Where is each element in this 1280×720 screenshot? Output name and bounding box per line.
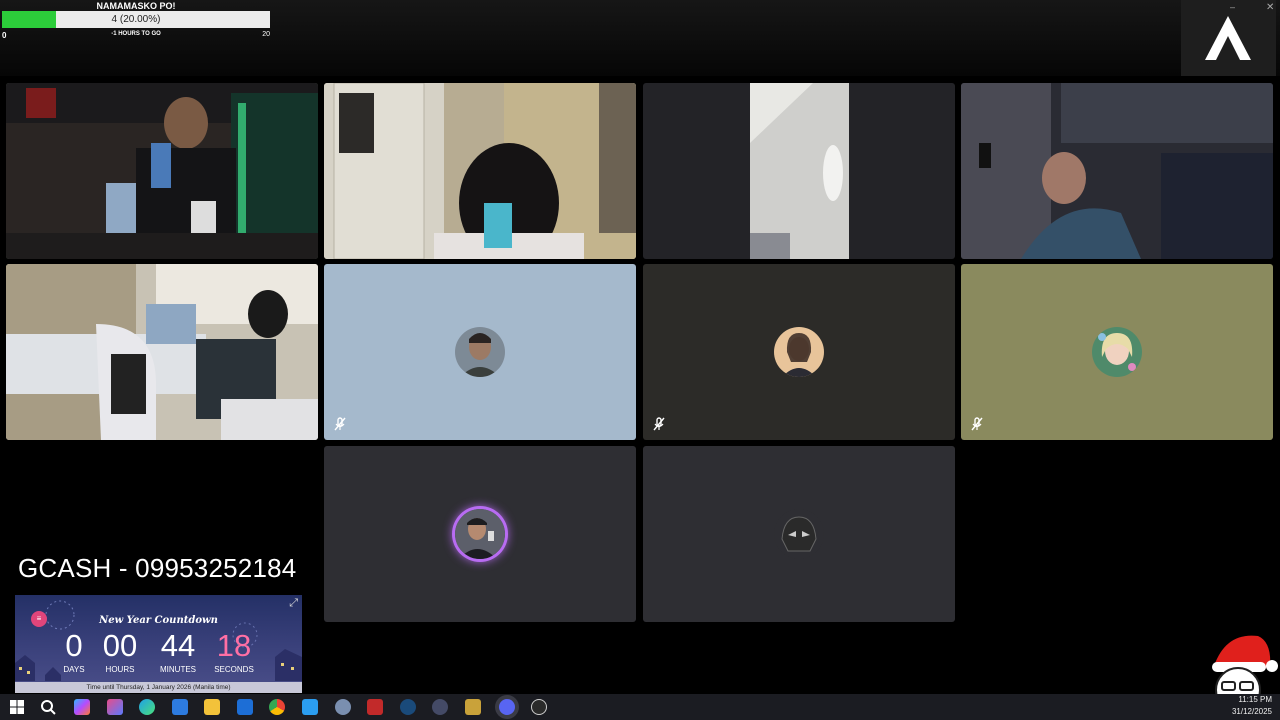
participant-tile-2[interactable] — [324, 83, 636, 259]
participant-tile-5[interactable] — [6, 264, 318, 440]
mail-icon[interactable] — [237, 699, 253, 715]
expand-icon[interactable]: ⤢ — [289, 597, 298, 610]
goal-max-label: 20 — [262, 31, 270, 38]
countdown-hours: 00 HOURS — [97, 628, 143, 675]
participant-tile-3[interactable] — [643, 83, 955, 259]
vs-code-icon[interactable] — [302, 699, 318, 715]
minutes-value: 44 — [160, 628, 196, 663]
countdown-minutes: 44 MINUTES — [153, 628, 203, 675]
hours-value: 00 — [102, 628, 138, 663]
countdown-seconds: 18 SECONDS — [211, 628, 257, 675]
days-label: DAYS — [63, 665, 85, 674]
clock-date: 31/12/2025 — [1231, 707, 1272, 716]
video-feed-woman — [961, 83, 1273, 259]
participant-tile-4[interactable] — [961, 83, 1273, 259]
minimize-button[interactable]: – — [1230, 2, 1235, 12]
participant-tile-10[interactable] — [643, 446, 955, 622]
tool-app-icon[interactable] — [465, 699, 481, 715]
voicemeeter-icon[interactable] — [367, 699, 383, 715]
video-feed-studio — [6, 83, 318, 259]
edge-icon[interactable] — [139, 699, 155, 715]
close-button[interactable]: ✕ — [1266, 2, 1274, 13]
obs-icon[interactable] — [531, 699, 547, 715]
countdown-days: 0 DAYS — [59, 628, 89, 675]
goal-title: NAMAMASKO PO! — [96, 1, 176, 11]
screenshot-icon[interactable] — [335, 699, 351, 715]
donation-goal-widget: NAMAMASKO PO! 4 (20.00%) 0 -1 HOURS TO G… — [0, 0, 272, 42]
hours-label: HOURS — [105, 665, 135, 674]
video-feed-girl — [324, 83, 636, 259]
mic-muted-icon — [334, 417, 346, 431]
audio-app-icon[interactable] — [432, 699, 448, 715]
video-feed-doorway — [643, 83, 955, 259]
goal-value: 4 (20.00%) — [111, 14, 161, 25]
participant-avatar — [774, 509, 824, 559]
a-logo-icon — [1205, 16, 1251, 60]
minutes-label: MINUTES — [160, 665, 196, 674]
mic-muted-icon — [971, 417, 983, 431]
participant-avatar — [774, 327, 824, 377]
video-feed-bedroom — [6, 264, 318, 440]
channel-logo — [1181, 0, 1276, 76]
countdown-footer: Time until Thursday, 1 January 2026 (Man… — [15, 682, 302, 693]
copilot-icon[interactable] — [74, 699, 90, 715]
goal-progress-bar: 4 (20.00%) — [2, 11, 270, 28]
photos-icon[interactable] — [107, 699, 123, 715]
file-explorer-icon[interactable] — [204, 699, 220, 715]
participant-tile-8[interactable] — [961, 264, 1273, 440]
microsoft-store-icon[interactable] — [172, 699, 188, 715]
discord-icon[interactable] — [499, 699, 515, 715]
steam-icon[interactable] — [400, 699, 416, 715]
participant-avatar — [455, 509, 505, 559]
days-value: 0 — [65, 628, 83, 663]
participant-tile-1[interactable] — [6, 83, 318, 259]
countdown-title: New Year Countdown — [99, 615, 218, 626]
participant-tile-7[interactable] — [643, 264, 955, 440]
seconds-label: SECONDS — [214, 665, 254, 674]
goal-time-left: -1 HOURS TO GO — [111, 31, 161, 37]
seconds-value: 18 — [216, 628, 252, 663]
participant-tile-9[interactable] — [324, 446, 636, 622]
chrome-icon[interactable] — [269, 699, 285, 715]
taskbar: 11:15 PM 31/12/2025 — [0, 694, 1280, 720]
new-year-countdown-widget: ≡ ⤢ New Year Countdown 0 DAYS 00 HOURS 4… — [15, 595, 302, 693]
participant-avatar — [455, 327, 505, 377]
gcash-number: GCASH - 09953252184 — [18, 553, 297, 583]
clock-time: 11:15 PM — [1238, 695, 1272, 704]
system-clock[interactable]: 11:15 PM 31/12/2025 — [1232, 694, 1272, 718]
participant-avatar — [1092, 327, 1142, 377]
search-icon[interactable] — [40, 699, 56, 715]
participant-tile-6[interactable] — [324, 264, 636, 440]
windows-start-icon[interactable] — [9, 699, 25, 715]
mic-muted-icon — [653, 417, 665, 431]
